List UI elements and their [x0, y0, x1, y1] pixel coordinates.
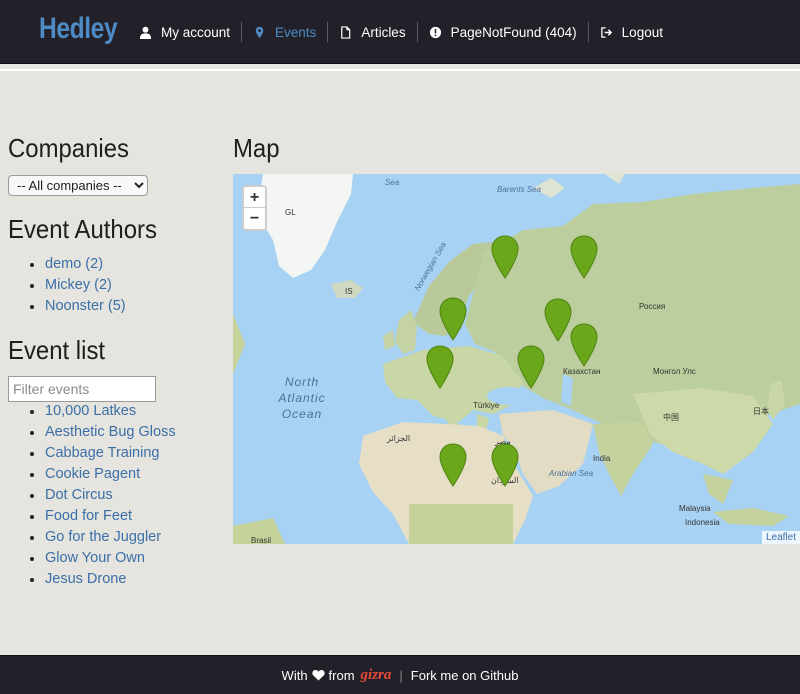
nav-articles[interactable]: Articles — [328, 22, 418, 42]
event-link[interactable]: Jesus Drone — [8, 569, 176, 590]
label-russia: Россия — [639, 302, 666, 311]
nav-my-account[interactable]: My account — [128, 22, 243, 42]
filter-events-input[interactable] — [8, 376, 156, 402]
map-marker-icon — [426, 345, 454, 389]
header-divider — [0, 69, 800, 71]
nav-events[interactable]: Events — [242, 22, 329, 42]
user-icon — [139, 26, 152, 39]
map-attribution[interactable]: Leaflet — [761, 531, 800, 544]
event-list: 10,000 Latkes Aesthetic Bug Gloss Cabbag… — [8, 401, 176, 590]
event-list-heading: Event list — [8, 335, 106, 365]
label-malaysia: Malaysia — [679, 504, 711, 513]
label-sea: Sea — [385, 178, 400, 187]
event-link[interactable]: Go for the Juggler — [8, 527, 176, 548]
event-link[interactable]: Food for Feet — [8, 506, 176, 527]
map-marker-icon — [570, 235, 598, 279]
nav-label: Logout — [621, 24, 663, 40]
label-is: IS — [345, 287, 353, 296]
event-marker[interactable] — [569, 323, 599, 367]
nav-page-not-found[interactable]: PageNotFound (404) — [418, 22, 589, 42]
footer-with-text: With — [281, 667, 308, 683]
top-navbar: Hedley My account Events Articles PageNo… — [0, 0, 800, 64]
event-marker[interactable] — [490, 443, 520, 487]
event-link[interactable]: Aesthetic Bug Gloss — [8, 422, 176, 443]
nav-label: Events — [275, 24, 317, 40]
logout-icon — [600, 26, 613, 39]
footer: With from gizra | Fork me on Github — [0, 655, 800, 694]
company-select[interactable]: -- All companies -- — [8, 175, 148, 196]
event-marker[interactable] — [569, 235, 599, 279]
label-algeria: الجزائر — [387, 434, 411, 443]
event-marker[interactable] — [516, 345, 546, 389]
nav-label: PageNotFound (404) — [450, 24, 577, 40]
label-indonesia: Indonesia — [685, 518, 720, 527]
label-china: 中国 — [663, 413, 679, 422]
event-marker[interactable] — [425, 345, 455, 389]
footer-divider: | — [399, 667, 403, 683]
label-turkey: Türkiye — [473, 401, 500, 410]
footer-from-text: from — [328, 667, 355, 683]
event-link[interactable]: Cabbage Training — [8, 443, 176, 464]
event-link[interactable]: 10,000 Latkes — [8, 401, 176, 422]
map-marker-icon — [491, 235, 519, 279]
event-link[interactable]: Cookie Pagent — [8, 464, 176, 485]
event-marker[interactable] — [490, 235, 520, 279]
label-mongolia: Монгол Улс — [653, 367, 696, 376]
author-link[interactable]: demo (2) — [8, 254, 126, 275]
exclamation-circle-icon — [429, 26, 442, 39]
label-gl: GL — [285, 208, 296, 217]
zoom-out-button[interactable]: − — [244, 208, 265, 229]
map-marker-icon — [439, 297, 467, 341]
map-marker-icon — [439, 443, 467, 487]
brand-logo[interactable]: Hedley — [39, 12, 118, 46]
map-marker-icon — [517, 345, 545, 389]
label-north-atlantic: North Atlantic Ocean — [278, 375, 326, 421]
map-marker-icon — [491, 443, 519, 487]
event-link[interactable]: Glow Your Own — [8, 548, 176, 569]
event-marker[interactable] — [438, 297, 468, 341]
heart-icon — [311, 669, 325, 681]
map-heading: Map — [233, 133, 280, 163]
nav-label: My account — [161, 24, 231, 40]
companies-heading: Companies — [8, 133, 129, 163]
nav-label: Articles — [361, 24, 406, 40]
event-authors-heading: Event Authors — [8, 214, 157, 244]
map-marker-icon — [570, 323, 598, 367]
author-link[interactable]: Noonster (5) — [8, 296, 126, 317]
label-kazakhstan: Казахстан — [563, 367, 601, 376]
map-marker-icon — [253, 26, 266, 39]
zoom-control: + − — [242, 185, 267, 231]
label-brasil: Brasil — [251, 536, 272, 544]
event-marker[interactable] — [438, 443, 468, 487]
nav-logout[interactable]: Logout — [589, 22, 674, 42]
event-link[interactable]: Dot Circus — [8, 485, 176, 506]
zoom-in-button[interactable]: + — [244, 187, 265, 208]
events-map[interactable]: GL IS Barents Sea Sea Norwegian Sea Nort… — [233, 174, 800, 544]
fork-github-link[interactable]: Fork me on Github — [411, 668, 519, 683]
label-japan: 日本 — [753, 407, 769, 416]
authors-list: demo (2) Mickey (2) Noonster (5) — [8, 254, 126, 317]
gizra-logo[interactable]: gizra — [361, 667, 392, 684]
label-india: India — [593, 454, 611, 463]
main-nav: My account Events Articles PageNotFound … — [128, 22, 674, 42]
label-arabian-sea: Arabian Sea — [549, 469, 594, 478]
author-link[interactable]: Mickey (2) — [8, 275, 126, 296]
file-icon — [339, 25, 352, 39]
label-barents-sea: Barents Sea — [497, 185, 542, 194]
